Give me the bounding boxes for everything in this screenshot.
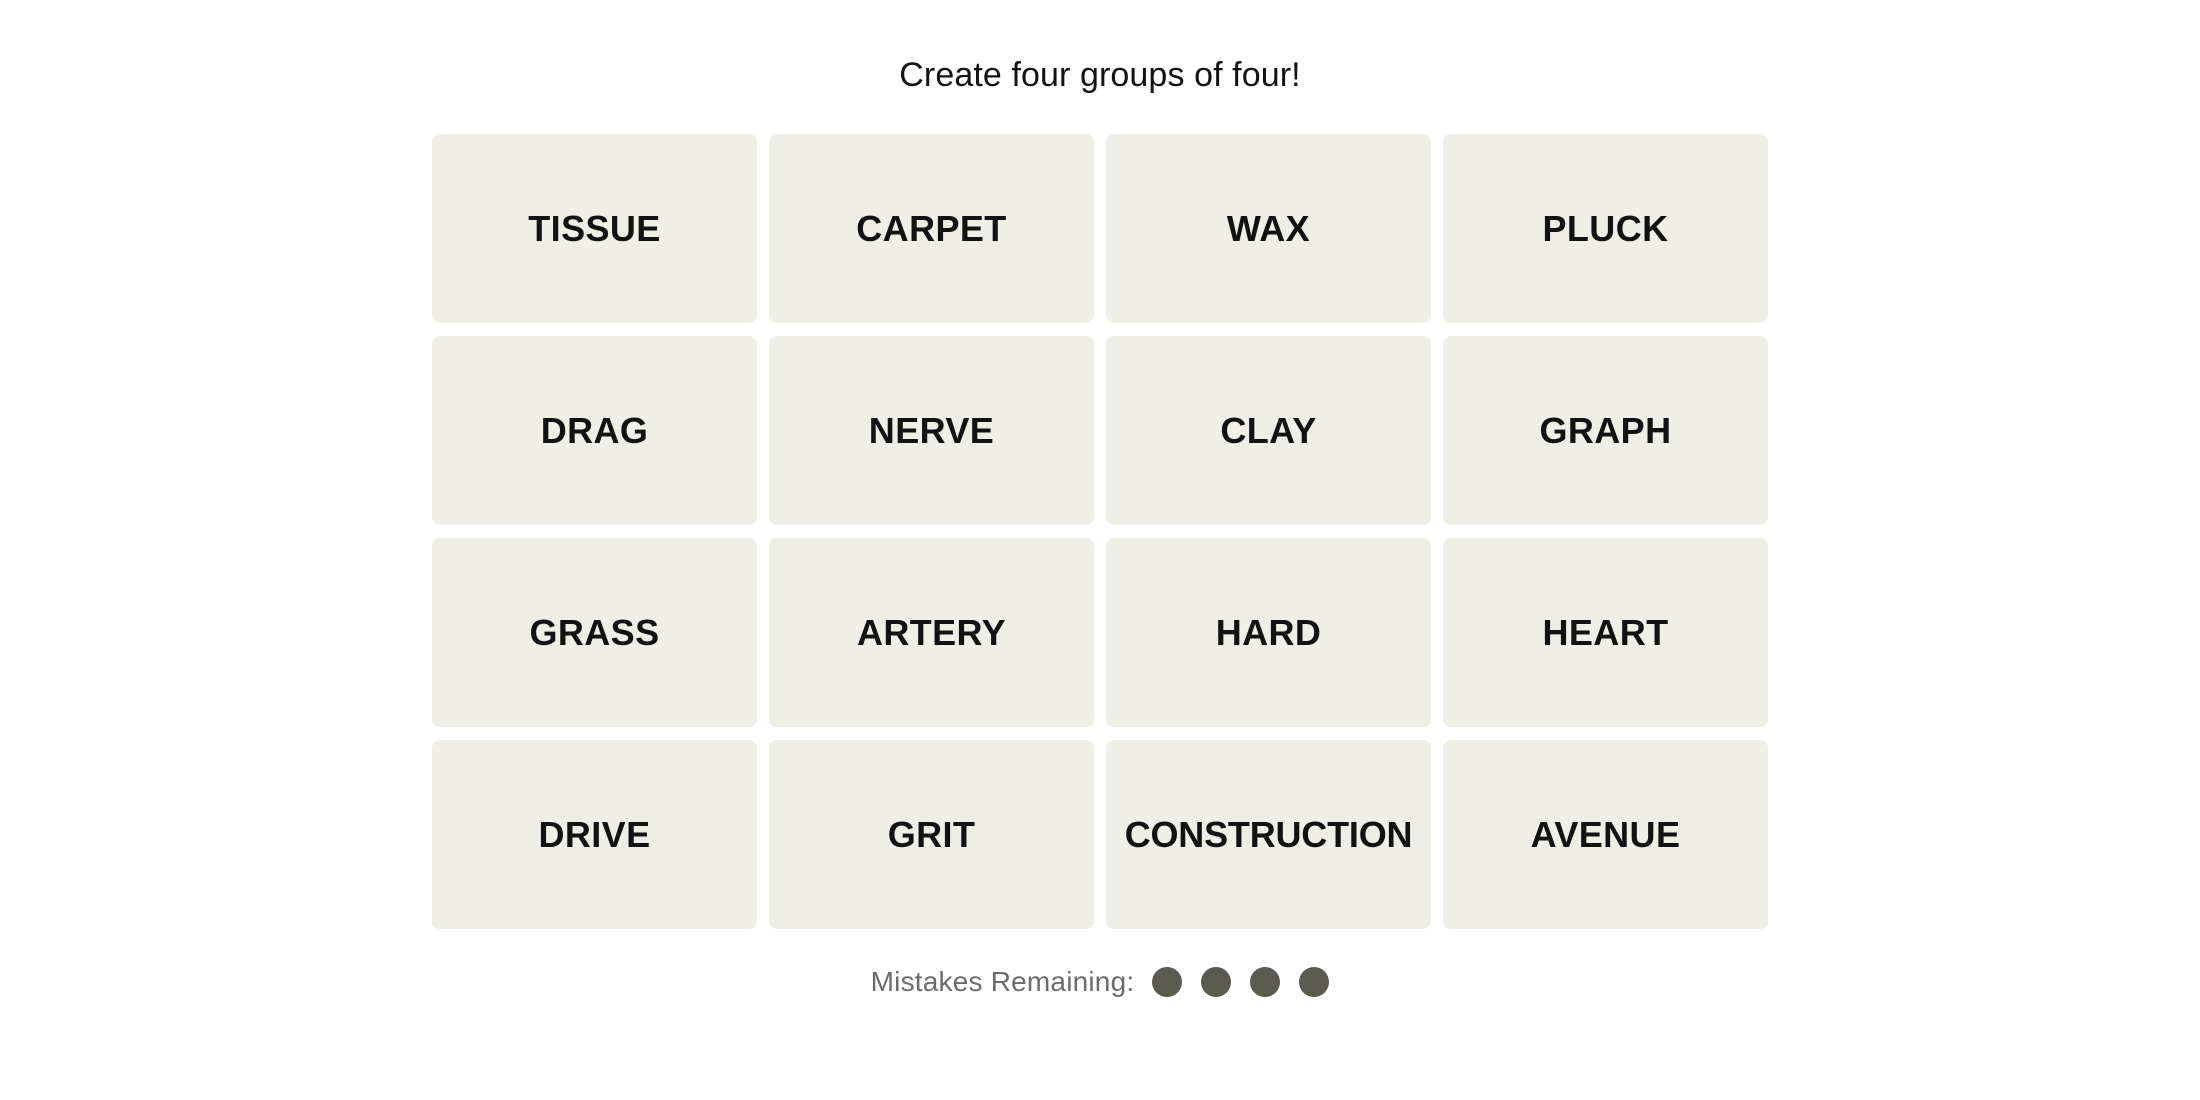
word-tile[interactable]: GRIT xyxy=(769,740,1094,929)
game-container: Create four groups of four! TISSUE CARPE… xyxy=(0,0,2200,997)
word-tile-label: GRAPH xyxy=(1539,409,1672,451)
word-tile-label: CLAY xyxy=(1220,409,1317,451)
mistake-dot xyxy=(1201,967,1232,997)
word-tile[interactable]: HEART xyxy=(1443,538,1768,727)
word-tile[interactable]: CARPET xyxy=(769,134,1094,323)
word-tile-label: HARD xyxy=(1215,611,1322,653)
word-tile[interactable]: GRASS xyxy=(432,538,757,727)
mistake-dot xyxy=(1299,967,1330,997)
word-tile-label: WAX xyxy=(1226,207,1311,249)
word-tile[interactable]: GRAPH xyxy=(1443,336,1768,525)
word-tile[interactable]: TISSUE xyxy=(432,134,757,323)
word-tile[interactable]: AVENUE xyxy=(1443,740,1768,929)
word-tile-label: DRIVE xyxy=(538,813,651,855)
word-tile-label: PLUCK xyxy=(1542,207,1669,249)
word-tile-label: CARPET xyxy=(856,207,1007,249)
word-tile-label: ARTERY xyxy=(856,611,1007,653)
mistakes-remaining: Mistakes Remaining: xyxy=(871,967,1330,997)
word-tile-grid: TISSUE CARPET WAX PLUCK DRAG NERVE CLAY … xyxy=(432,134,1768,929)
word-tile[interactable]: DRIVE xyxy=(432,740,757,929)
word-tile-label: NERVE xyxy=(868,409,995,451)
word-tile[interactable]: NERVE xyxy=(769,336,1094,525)
word-tile-label: TISSUE xyxy=(528,207,661,249)
word-tile[interactable]: CLAY xyxy=(1106,336,1431,525)
page-title: Create four groups of four! xyxy=(899,56,1301,94)
mistakes-remaining-label: Mistakes Remaining: xyxy=(870,966,1135,997)
word-tile-label: GRIT xyxy=(887,813,976,855)
word-tile-label: DRAG xyxy=(540,409,649,451)
connections-game-page: Create four groups of four! TISSUE CARPE… xyxy=(0,0,2200,1100)
word-tile-label: AVENUE xyxy=(1530,813,1681,855)
word-tile[interactable]: CONSTRUCTION xyxy=(1106,740,1431,929)
word-tile[interactable]: ARTERY xyxy=(769,538,1094,727)
word-tile[interactable]: DRAG xyxy=(432,336,757,525)
word-tile-label: CONSTRUCTION xyxy=(1124,813,1413,855)
word-tile[interactable]: HARD xyxy=(1106,538,1431,727)
word-tile-label: HEART xyxy=(1542,611,1669,653)
mistakes-dot-list xyxy=(1152,967,1330,997)
mistake-dot xyxy=(1250,967,1281,997)
mistake-dot xyxy=(1152,967,1183,997)
word-tile[interactable]: WAX xyxy=(1106,134,1431,323)
word-tile[interactable]: PLUCK xyxy=(1443,134,1768,323)
word-tile-label: GRASS xyxy=(529,611,660,653)
